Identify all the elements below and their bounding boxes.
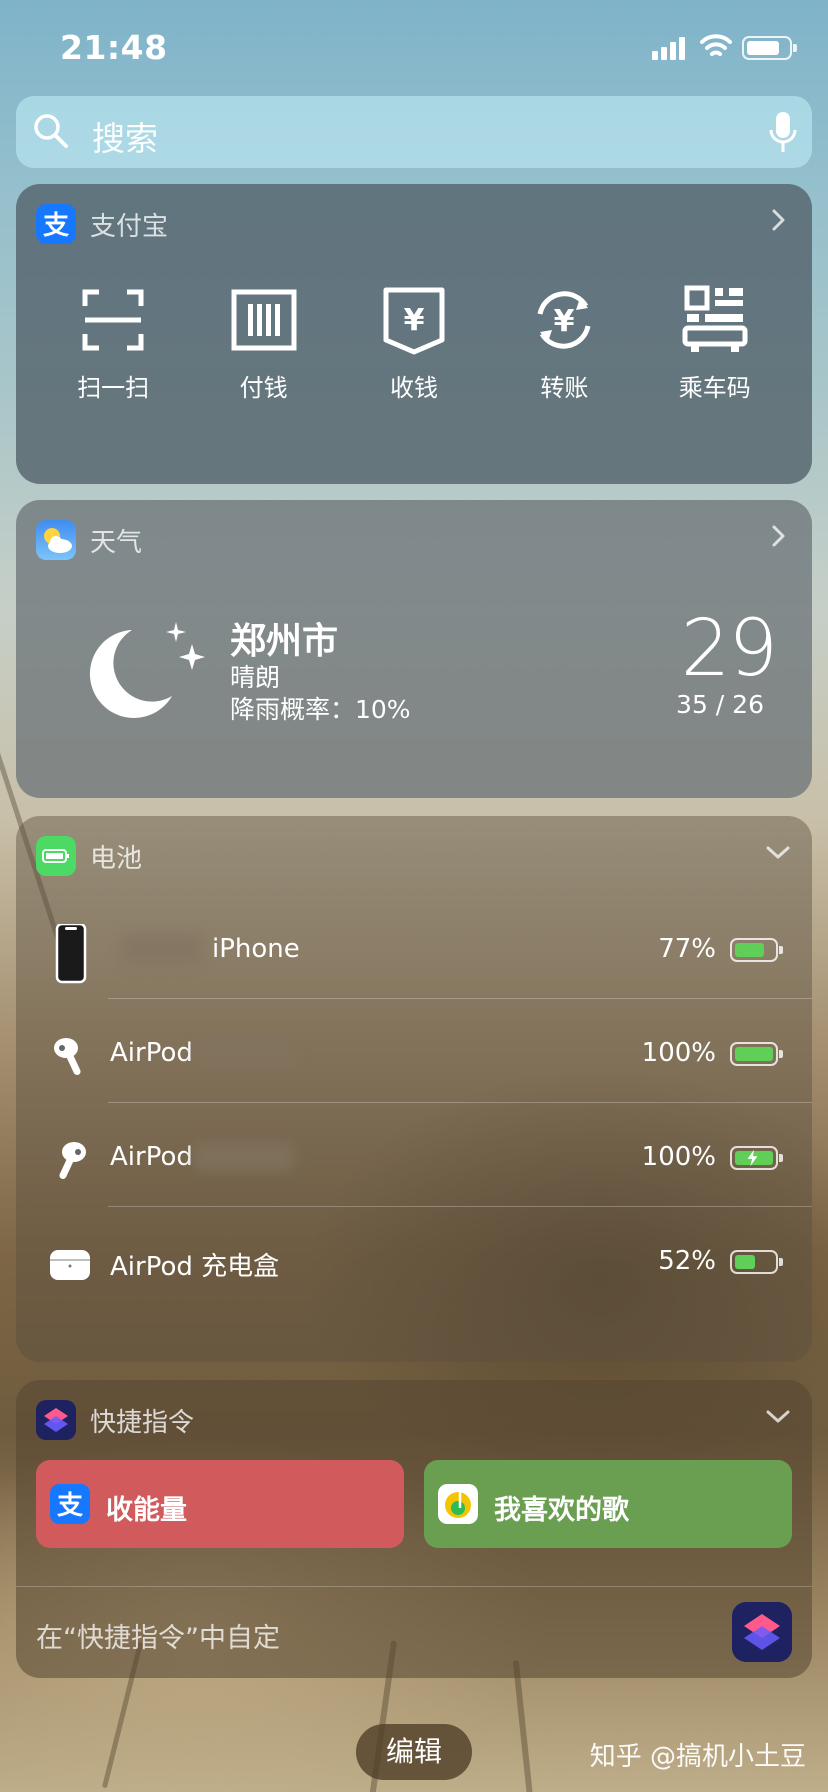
svg-text:支: 支 — [43, 211, 69, 241]
alipay-action-receive[interactable]: ¥ 收钱 — [349, 284, 479, 403]
device-battery-percent: 77% — [658, 934, 716, 964]
shortcuts-widget: 快捷指令 支 收能量 我喜欢的歌 在“快捷指令”中自定 — [16, 1380, 812, 1678]
chevron-right-icon[interactable] — [764, 206, 792, 234]
moon-stars-icon — [89, 622, 205, 718]
battery-row: iPhone 77% — [16, 898, 812, 1002]
alipay-title: 支付宝 — [90, 212, 169, 242]
chevron-down-icon[interactable] — [764, 838, 792, 866]
svg-text:支: 支 — [57, 1491, 83, 1521]
status-bar: 21:48 — [0, 0, 828, 96]
device-battery-percent: 100% — [641, 1142, 716, 1172]
weather-header[interactable]: 天气 — [16, 500, 812, 580]
receive-yuan-icon: ¥ — [383, 287, 445, 355]
customize-shortcuts-link[interactable]: 在“快捷指令”中自定 — [36, 1616, 280, 1655]
device-battery-bar — [730, 1146, 783, 1170]
divider — [16, 1586, 812, 1587]
shortcut-favorite-songs[interactable]: 我喜欢的歌 — [424, 1460, 792, 1548]
charging-bolt-icon — [747, 1149, 758, 1167]
chevron-down-icon[interactable] — [764, 1402, 792, 1430]
alipay-action-scan[interactable]: 扫一扫 — [48, 284, 178, 403]
search-icon — [34, 114, 68, 148]
divider — [108, 1102, 812, 1103]
redacted-name — [196, 1038, 296, 1068]
alipay-icon: 支 — [36, 204, 76, 244]
divider — [108, 1206, 812, 1207]
cellular-signal-icon — [652, 36, 686, 60]
search-bar[interactable]: 搜索 — [16, 96, 812, 168]
weather-widget[interactable]: 天气 郑州市 晴朗 降雨概率：10% 29 35 / 26 — [16, 500, 812, 798]
alipay-action-label: 扫一扫 — [77, 374, 150, 402]
weather-rain-chance: 降雨概率：10% — [230, 695, 411, 724]
device-battery-bar — [730, 938, 783, 962]
edit-button[interactable]: 编辑 — [356, 1724, 472, 1780]
divider — [108, 998, 812, 999]
clock: 21:48 — [60, 28, 168, 67]
scan-icon — [82, 289, 144, 351]
alipay-action-transit[interactable]: 乘车码 — [650, 284, 780, 403]
iphone-icon — [55, 924, 87, 984]
microphone-icon[interactable] — [768, 110, 798, 154]
alipay-action-label: 转账 — [540, 374, 589, 402]
battery-row: AirPod 充电盒 52% — [16, 1210, 812, 1314]
redacted-name — [122, 934, 202, 964]
wallpaper-stalk — [512, 1660, 534, 1792]
weather-title: 天气 — [90, 528, 143, 558]
redacted-name — [194, 1142, 294, 1172]
search-placeholder: 搜索 — [92, 119, 158, 158]
alipay-action-pay[interactable]: 付钱 — [199, 284, 329, 403]
svg-text:¥: ¥ — [404, 303, 425, 338]
transfer-yuan-icon: ¥ — [537, 291, 591, 349]
weather-app-icon — [36, 520, 76, 560]
device-battery-bar — [730, 1042, 783, 1066]
batteries-title: 电池 — [90, 844, 143, 874]
weather-condition: 晴朗 — [230, 663, 281, 692]
alipay-action-label: 乘车码 — [678, 374, 751, 402]
device-battery-percent: 52% — [658, 1246, 716, 1276]
alipay-action-label: 收钱 — [389, 374, 438, 402]
battery-status-icon — [742, 36, 797, 60]
device-name: AirPod — [110, 1142, 193, 1172]
airpod-case-icon — [50, 1250, 90, 1280]
svg-text:¥: ¥ — [554, 304, 575, 339]
battery-level — [735, 1047, 773, 1061]
alipay-icon: 支 — [50, 1484, 90, 1524]
shortcut-label: 我喜欢的歌 — [494, 1495, 629, 1526]
shortcuts-app-button-icon[interactable] — [732, 1602, 792, 1662]
weather-city: 郑州市 — [230, 621, 339, 662]
battery-row: AirPod 100% — [16, 1106, 812, 1210]
battery-app-icon — [36, 836, 76, 876]
pay-barcode-icon — [231, 289, 297, 351]
airpod-right-icon — [59, 1142, 86, 1179]
shortcut-label: 收能量 — [106, 1495, 187, 1526]
shortcuts-title: 快捷指令 — [90, 1408, 195, 1438]
battery-level — [735, 1255, 755, 1269]
alipay-widget: 支 支付宝 扫一扫 付钱 ¥ 收钱 ¥ 转账 乘车码 — [16, 184, 812, 484]
alipay-header[interactable]: 支 支付宝 — [16, 184, 812, 264]
batteries-header[interactable]: 电池 — [16, 816, 812, 896]
device-name: iPhone — [212, 934, 300, 964]
shortcut-collect-energy[interactable]: 支 收能量 — [36, 1460, 404, 1548]
battery-row: AirPod 100% — [16, 1002, 812, 1106]
alipay-action-transfer[interactable]: ¥ 转账 — [499, 284, 629, 403]
chevron-right-icon[interactable] — [764, 522, 792, 550]
batteries-widget: 电池 iPhone 77% AirPod 100% AirPod 100% Ai… — [16, 816, 812, 1362]
weather-temperature: 29 — [680, 604, 778, 694]
shortcuts-header[interactable]: 快捷指令 — [16, 1380, 812, 1460]
battery-level — [735, 943, 764, 957]
device-name: AirPod — [110, 1038, 193, 1068]
device-name: AirPod 充电盒 — [110, 1252, 280, 1282]
qqmusic-icon — [438, 1484, 478, 1524]
device-battery-percent: 100% — [641, 1038, 716, 1068]
wifi-icon — [700, 34, 732, 56]
transit-qr-icon — [682, 285, 748, 352]
device-battery-bar — [730, 1250, 783, 1274]
watermark: 知乎 @搞机小土豆 — [589, 1742, 806, 1772]
shortcuts-app-icon — [36, 1400, 76, 1440]
alipay-action-label: 付钱 — [239, 374, 288, 402]
weather-range: 35 / 26 — [676, 690, 764, 719]
airpod-left-icon — [54, 1038, 81, 1075]
